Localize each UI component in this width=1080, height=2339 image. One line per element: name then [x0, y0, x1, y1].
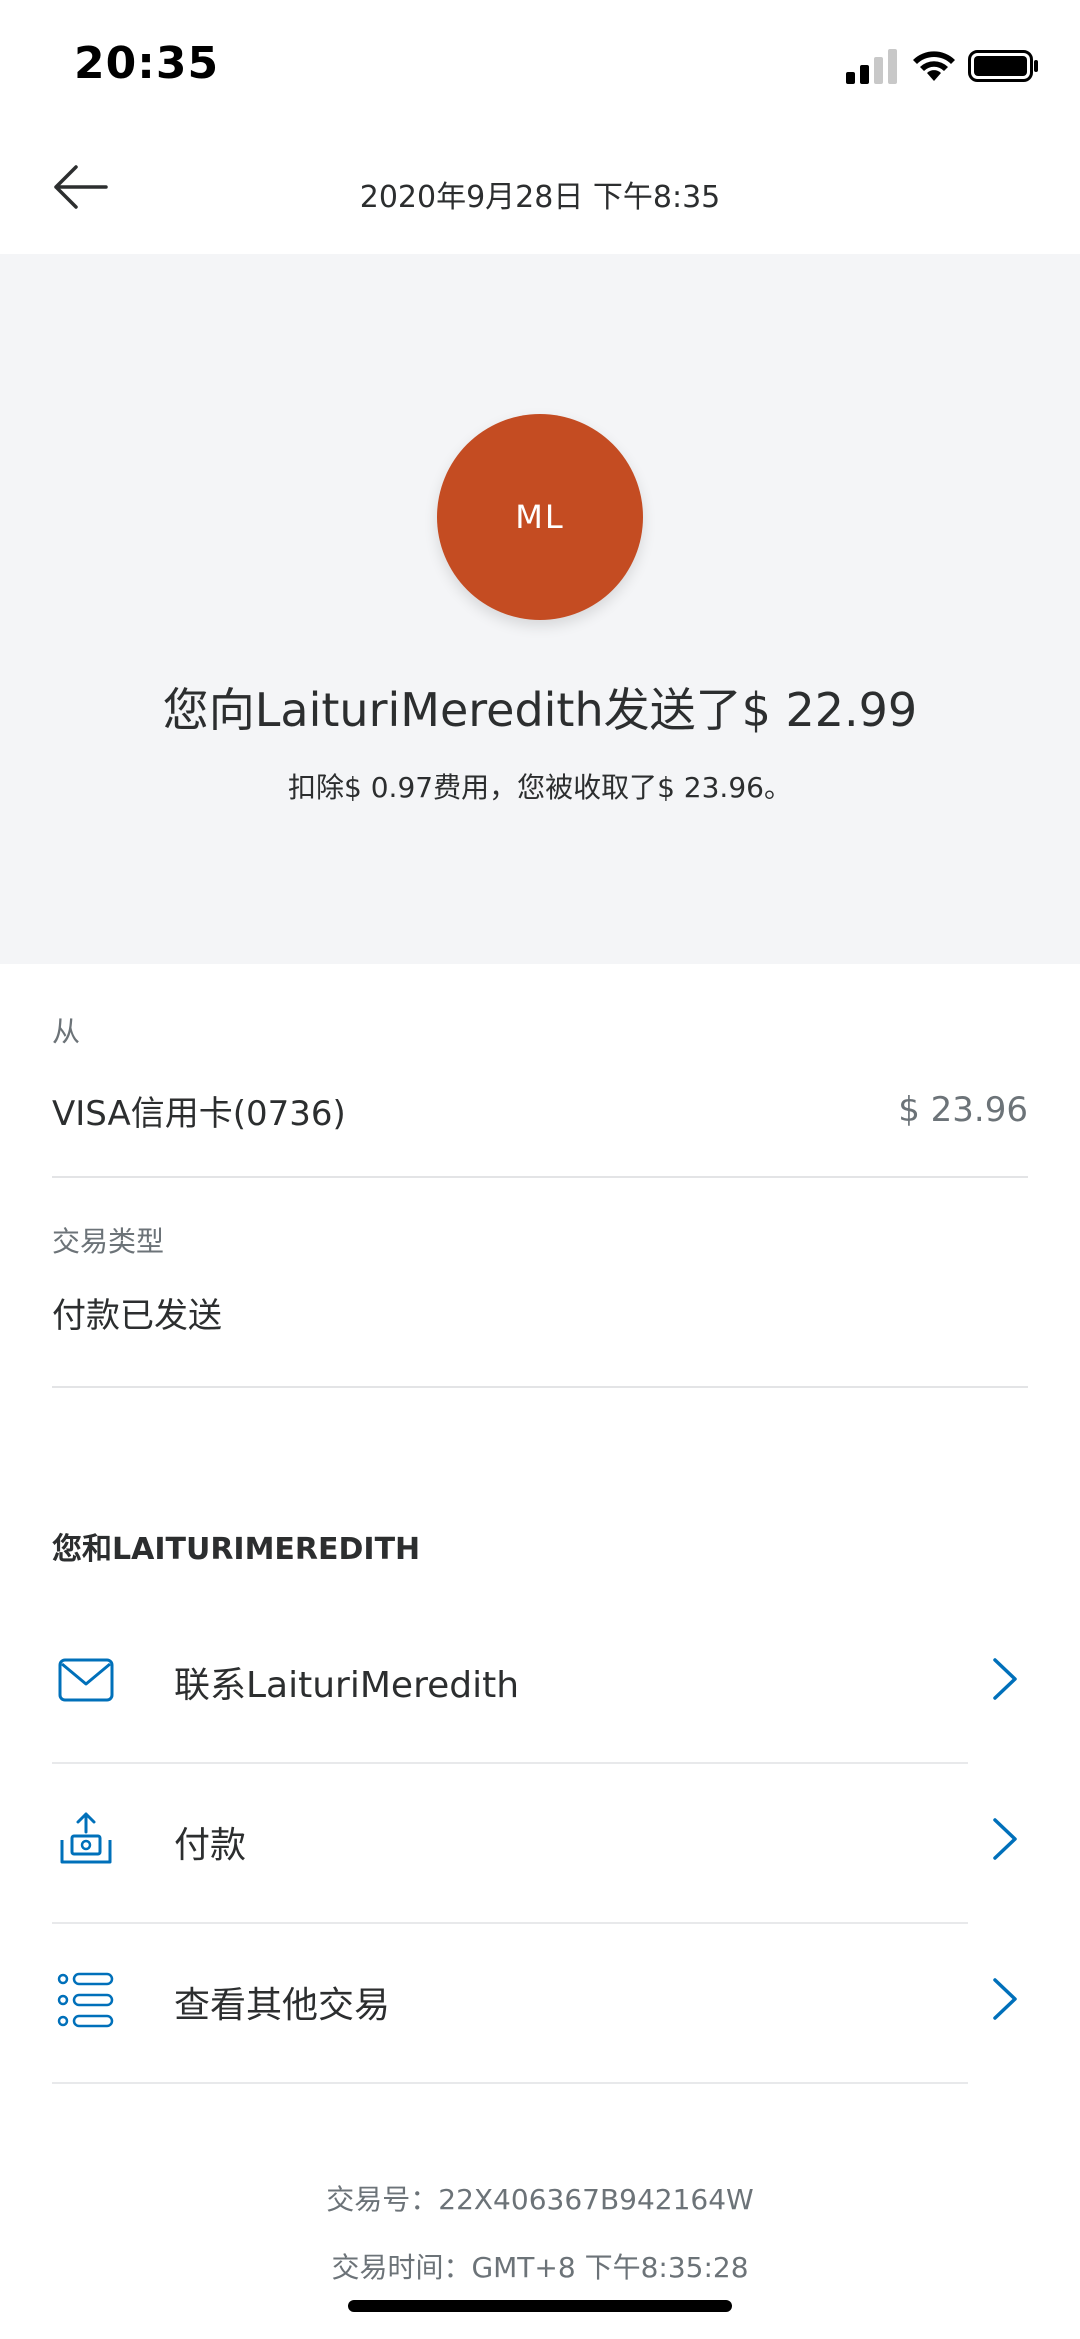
row-separator [52, 2082, 968, 2084]
transaction-type-value: 付款已发送 [52, 1296, 222, 1336]
list-icon [57, 1972, 114, 2028]
transaction-summary: ML 您向LaituriMeredith发送了$ 22.99 扣除$ 0.97费… [0, 254, 1080, 964]
transaction-headline: 您向LaituriMeredith发送了$ 22.99 [162, 683, 918, 737]
cellular-signal-icon [846, 49, 897, 84]
from-label: 从 [52, 1015, 81, 1048]
section-heading: 您和LAITURIMEREDITH [52, 1532, 421, 1567]
fee-note: 扣除$ 0.97费用，您被收取了$ 23.96。 [288, 771, 792, 804]
chevron-right-icon [993, 1818, 1017, 1860]
battery-icon [968, 50, 1038, 82]
top-nav-bar: 2020年9月28日 下午8:35 [0, 130, 1080, 254]
view-transactions-button[interactable]: 查看其他交易 [0, 1924, 1080, 2084]
mail-icon [58, 1658, 114, 1702]
funding-source: VISA信用卡(0736) [52, 1094, 346, 1134]
chevron-right-icon [993, 1978, 1017, 2020]
wifi-icon [913, 51, 955, 81]
status-bar: 20:35 [0, 0, 1080, 130]
transaction-time: 交易时间：GMT+8 下午8:35:28 [331, 2251, 749, 2284]
chevron-right-icon [993, 1658, 1017, 1700]
pay-button[interactable]: 付款 [0, 1764, 1080, 1924]
contact-label: 联系LaituriMeredith [174, 1665, 520, 1706]
transaction-id: 交易号：22X406367B942164W [326, 2183, 754, 2216]
status-time: 20:35 [74, 38, 220, 89]
view-transactions-label: 查看其他交易 [174, 1985, 391, 2026]
home-indicator[interactable] [348, 2300, 732, 2312]
pay-label: 付款 [174, 1825, 247, 1866]
transaction-type-label: 交易类型 [52, 1225, 165, 1258]
divider [52, 1386, 1028, 1388]
charged-amount: $ 23.96 [898, 1090, 1028, 1130]
contact-button[interactable]: 联系LaituriMeredith [0, 1604, 1080, 1764]
avatar: ML [437, 414, 643, 620]
send-money-icon [60, 1812, 112, 1864]
page-title: 2020年9月28日 下午8:35 [359, 180, 721, 215]
divider [52, 1176, 1028, 1178]
